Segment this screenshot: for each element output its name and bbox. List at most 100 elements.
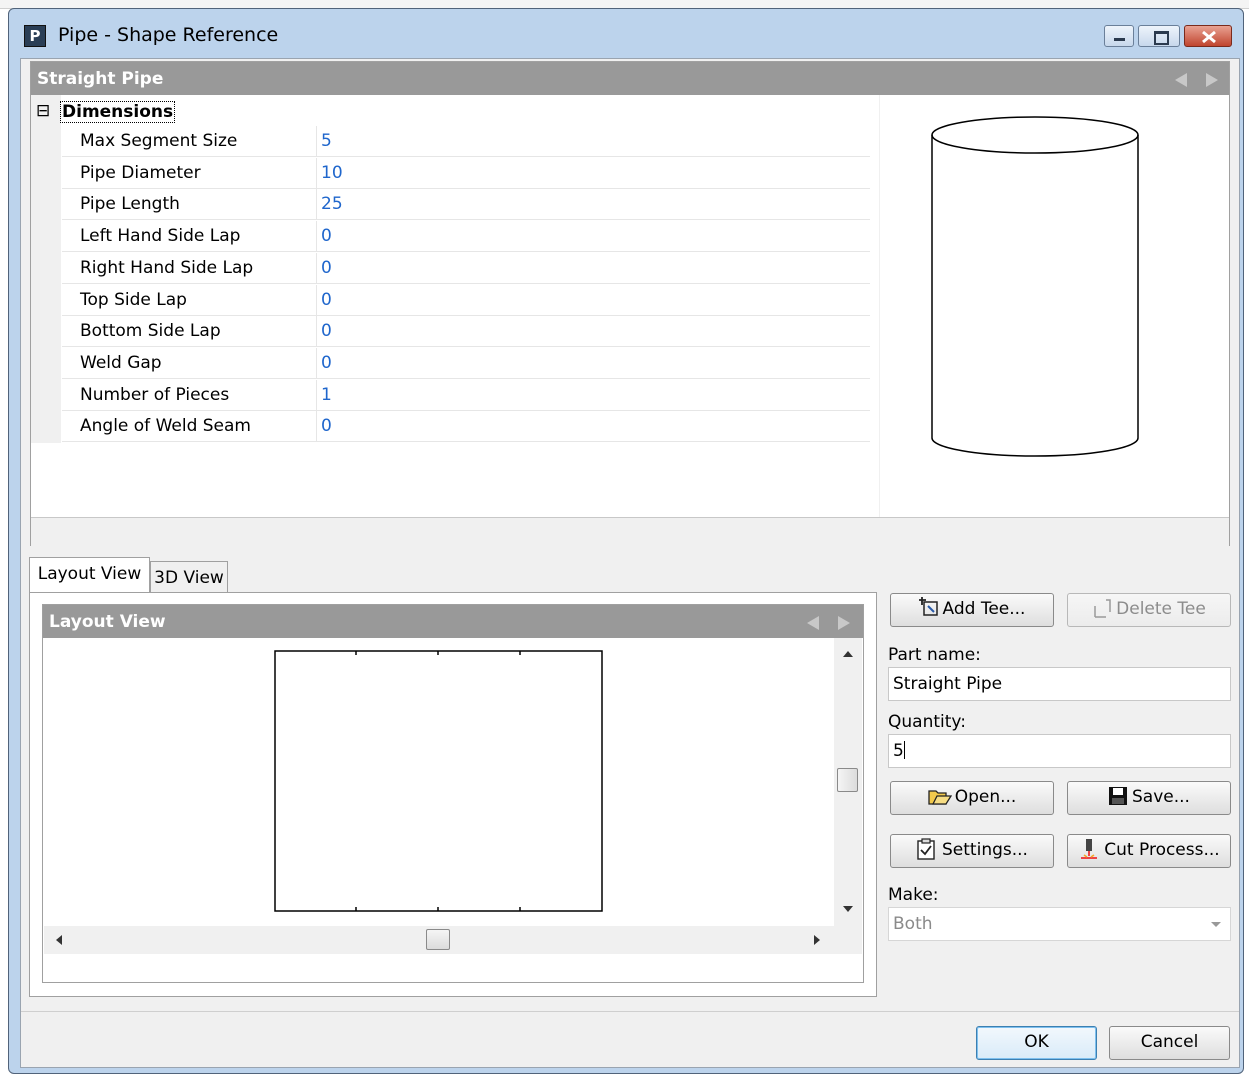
add-tee-icon <box>918 596 939 616</box>
property-value[interactable]: 1 <box>321 385 332 405</box>
part-name-label: Part name: <box>888 645 981 665</box>
property-name: Right Hand Side Lap <box>80 257 254 278</box>
settings-button[interactable]: Settings... <box>890 834 1054 868</box>
layout-view-title: Layout View <box>49 612 166 632</box>
scroll-down-icon[interactable] <box>843 906 853 912</box>
close-icon <box>1202 30 1216 44</box>
restore-icon <box>1154 31 1169 45</box>
cut-torch-icon <box>1078 838 1100 860</box>
shape-preview <box>880 95 1229 517</box>
cancel-button[interactable]: Cancel <box>1109 1026 1230 1060</box>
column-divider <box>316 316 317 348</box>
property-name: Pipe Length <box>80 194 180 215</box>
open-folder-icon <box>928 785 952 805</box>
property-row[interactable]: Angle of Weld Seam 0 <box>62 411 870 443</box>
scroll-right-icon[interactable] <box>814 935 820 945</box>
quantity-label: Quantity: <box>888 712 966 732</box>
app-icon: P <box>24 25 46 47</box>
chevron-down-icon <box>1211 922 1221 927</box>
property-name: Angle of Weld Seam <box>80 416 251 437</box>
column-divider <box>316 252 317 284</box>
property-value[interactable]: 0 <box>321 321 332 341</box>
horizontal-scroll-thumb[interactable] <box>426 929 450 950</box>
column-divider <box>316 411 317 443</box>
horizontal-scrollbar[interactable] <box>44 926 834 954</box>
prev-arrow-icon[interactable] <box>1175 73 1187 87</box>
scroll-up-icon[interactable] <box>843 651 853 657</box>
settings-label: Settings... <box>942 840 1028 860</box>
property-row[interactable]: Left Hand Side Lap 0 <box>62 221 870 253</box>
property-value[interactable]: 0 <box>321 290 332 310</box>
quantity-input[interactable]: 5 <box>888 734 1231 768</box>
cut-process-button[interactable]: Cut Process... <box>1067 834 1231 868</box>
collapse-toggle-icon[interactable]: ⊟ <box>36 101 50 121</box>
layout-view-header: Layout View <box>43 605 863 638</box>
tab-3d-view[interactable]: 3D View <box>150 561 228 593</box>
add-tee-label: Add Tee... <box>942 599 1026 619</box>
property-value[interactable]: 0 <box>321 353 332 373</box>
close-button[interactable] <box>1184 25 1232 47</box>
make-select[interactable]: Both <box>888 907 1231 941</box>
property-name: Number of Pieces <box>80 384 230 405</box>
property-panel-title: Straight Pipe <box>37 69 164 89</box>
make-select-value: Both <box>893 914 933 934</box>
open-label: Open... <box>954 787 1017 807</box>
property-name: Pipe Diameter <box>80 162 201 183</box>
property-panel-header: Straight Pipe <box>31 62 1229 95</box>
column-divider <box>316 284 317 316</box>
scroll-corner <box>834 926 862 954</box>
text-cursor <box>903 741 905 759</box>
layout-canvas[interactable] <box>44 638 834 926</box>
column-divider <box>316 157 317 189</box>
cut-process-label: Cut Process... <box>1104 840 1220 860</box>
property-row[interactable]: Top Side Lap 0 <box>62 284 870 316</box>
settings-checklist-icon <box>916 838 936 860</box>
property-row[interactable]: Max Segment Size 5 <box>62 126 870 157</box>
part-name-input[interactable]: Straight Pipe <box>888 667 1231 701</box>
property-grid-gutter <box>31 95 61 443</box>
property-value[interactable]: 10 <box>321 163 343 183</box>
cylinder-preview-icon <box>931 116 1139 457</box>
column-divider <box>316 189 317 221</box>
column-divider <box>316 347 317 379</box>
delete-tee-button[interactable]: Delete Tee <box>1067 593 1231 627</box>
window-title: Pipe - Shape Reference <box>58 24 279 46</box>
add-tee-button[interactable]: Add Tee... <box>890 593 1054 627</box>
tab-layout-view[interactable]: Layout View <box>29 557 150 593</box>
layout-next-arrow-icon[interactable] <box>838 616 850 630</box>
save-disk-icon <box>1108 786 1128 806</box>
property-value[interactable]: 5 <box>321 131 332 151</box>
property-name: Max Segment Size <box>80 131 238 151</box>
property-name: Bottom Side Lap <box>80 321 221 342</box>
quantity-value: 5 <box>893 741 904 761</box>
open-button[interactable]: Open... <box>890 781 1054 815</box>
property-value[interactable]: 25 <box>321 194 343 214</box>
column-divider <box>316 126 317 157</box>
property-value[interactable]: 0 <box>321 226 332 246</box>
minimize-button[interactable] <box>1104 25 1134 47</box>
group-label-dimensions[interactable]: Dimensions <box>60 101 176 123</box>
property-row[interactable]: Right Hand Side Lap 0 <box>62 252 870 284</box>
property-row[interactable]: Bottom Side Lap 0 <box>62 316 870 348</box>
vertical-scroll-thumb[interactable] <box>837 768 858 792</box>
next-arrow-icon[interactable] <box>1206 73 1218 87</box>
scroll-left-icon[interactable] <box>56 935 62 945</box>
ok-button[interactable]: OK <box>976 1026 1097 1060</box>
save-button[interactable]: Save... <box>1067 781 1231 815</box>
property-name: Top Side Lap <box>80 289 187 310</box>
property-row[interactable]: Number of Pieces 1 <box>62 379 870 411</box>
property-row[interactable]: Weld Gap 0 <box>62 347 870 379</box>
property-row[interactable]: Pipe Diameter 10 <box>62 157 870 189</box>
vertical-scrollbar[interactable] <box>834 638 862 926</box>
property-row[interactable]: Pipe Length 25 <box>62 189 870 221</box>
property-panel-statusbar <box>31 517 1229 546</box>
property-name: Left Hand Side Lap <box>80 226 241 247</box>
restore-button[interactable] <box>1138 25 1180 47</box>
make-label: Make: <box>888 885 939 905</box>
delete-tee-label: Delete Tee <box>1116 599 1206 619</box>
property-value[interactable]: 0 <box>321 258 332 278</box>
save-label: Save... <box>1132 787 1190 807</box>
property-value[interactable]: 0 <box>321 416 332 436</box>
delete-tee-icon <box>1092 598 1112 618</box>
layout-prev-arrow-icon[interactable] <box>807 616 819 630</box>
